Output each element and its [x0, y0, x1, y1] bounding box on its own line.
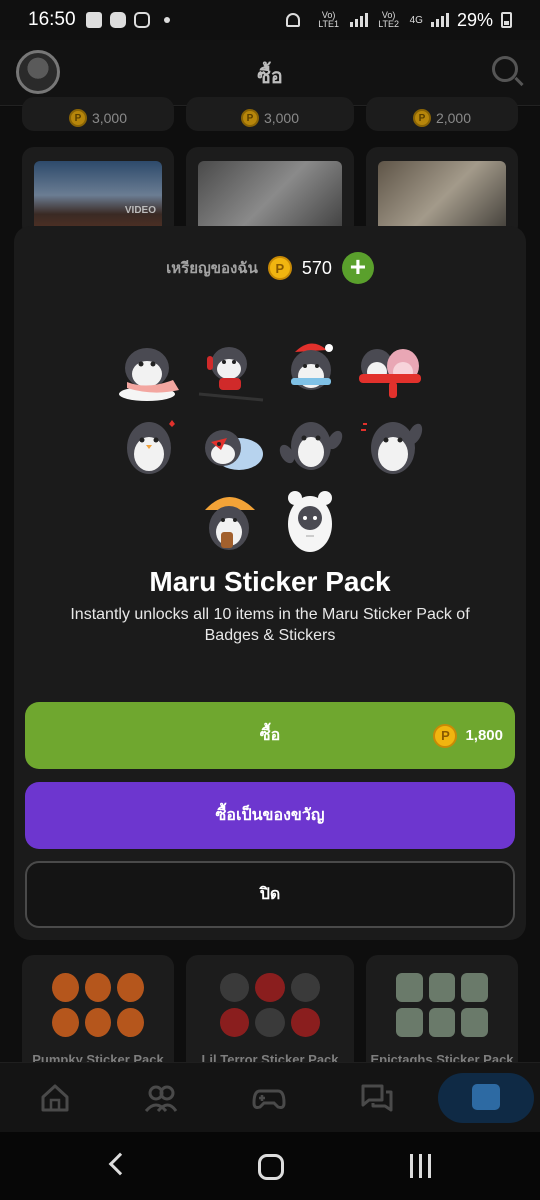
buy-price: P 1,800	[433, 702, 503, 769]
system-nav-bar	[0, 1132, 540, 1200]
mute-icon	[285, 13, 300, 27]
youtube-icon	[109, 12, 126, 28]
penguin-sticker	[361, 422, 423, 474]
penguin-sticker	[198, 347, 264, 402]
coin-icon: P	[433, 723, 458, 748]
buy-button[interactable]: ซื้อ P 1,800	[25, 702, 515, 769]
bottom-nav	[0, 1062, 540, 1132]
coins-label: เหรียญของฉัน	[166, 260, 258, 277]
coin-icon: P	[412, 109, 431, 127]
store-card[interactable]	[186, 147, 354, 237]
back-icon[interactable]	[108, 1152, 132, 1176]
buy-price-value: 1,800	[465, 727, 503, 744]
penguin-sticker	[291, 343, 333, 390]
pack-title: Maru Sticker Pack	[149, 566, 391, 597]
penguin-sticker	[119, 348, 179, 401]
chat-icon[interactable]	[360, 1081, 394, 1115]
sticker-preview	[396, 973, 488, 1037]
dice-icon	[85, 12, 102, 28]
add-coins-button[interactable]: +	[341, 252, 374, 284]
page-title: ซื้อ	[257, 66, 283, 88]
card-price: 3,000	[263, 110, 300, 126]
battery-percent: 29%	[456, 9, 493, 30]
notification-dot-icon	[163, 17, 170, 23]
store-card[interactable]: P 2,000	[366, 97, 518, 131]
status-bar: 16:50 Vo) LTE1 Vo) LTE2 4G 29%	[0, 0, 540, 40]
home-button-icon[interactable]	[258, 1154, 284, 1180]
sticker-pack-card[interactable]: Pumpky Sticker Pack	[22, 955, 174, 1075]
card-price: 3,000	[91, 110, 128, 126]
close-label: ปิด	[259, 886, 281, 903]
penguin-sticker	[205, 497, 255, 550]
battery-icon	[501, 12, 512, 28]
pack-description: Instantly unlocks all 10 items in the Ma…	[70, 606, 470, 644]
status-time: 16:50	[28, 9, 76, 30]
purchase-modal: เหรียญของฉัน P 570 + Maru Sticker Pack I…	[14, 226, 526, 940]
signal-icon	[430, 13, 449, 27]
network-type: 4G	[409, 14, 423, 26]
store-tab[interactable]	[438, 1073, 534, 1123]
card-price: 2,000	[435, 110, 472, 126]
penguin-sticker	[288, 491, 332, 552]
close-button[interactable]: ปิด	[25, 861, 515, 928]
sticker-pack-card[interactable]: Lil Terror Sticker Pack	[186, 955, 354, 1075]
search-icon[interactable]	[492, 56, 518, 82]
sim2-label: Vo) LTE2	[378, 10, 400, 29]
sticker-preview-grid	[108, 334, 432, 562]
buy-label: ซื้อ	[259, 727, 281, 744]
signal-icon	[349, 13, 368, 27]
instagram-icon	[133, 12, 150, 28]
sim1-label: Vo) LTE1	[318, 10, 340, 29]
my-coins-row: เหรียญของฉัน P 570 +	[14, 252, 526, 284]
video-tag: VIDEO	[124, 205, 156, 216]
coin-icon: P	[267, 256, 292, 280]
coin-icon: P	[240, 109, 259, 127]
store-card[interactable]	[366, 147, 518, 237]
store-card[interactable]: P 3,000	[186, 97, 354, 131]
store-card[interactable]: P 3,000	[22, 97, 174, 131]
store-icon	[472, 1084, 500, 1110]
status-right: Vo) LTE1 Vo) LTE2 4G 29%	[285, 9, 512, 31]
penguin-sticker	[279, 422, 343, 470]
recent-apps-icon[interactable]	[410, 1154, 431, 1178]
friends-icon[interactable]	[144, 1081, 178, 1115]
sticker-pack-card[interactable]: Epictaghs Sticker Pack	[366, 955, 518, 1075]
penguin-sticker	[205, 430, 263, 470]
penguin-sticker	[127, 420, 175, 474]
gamepad-icon[interactable]	[252, 1081, 286, 1115]
gift-label: ซื้อเป็นของขวัญ	[215, 807, 325, 824]
buy-as-gift-button[interactable]: ซื้อเป็นของขวัญ	[25, 782, 515, 849]
sticker-preview	[52, 973, 144, 1037]
sticker-preview	[219, 973, 321, 1037]
penguin-sticker	[359, 349, 421, 398]
coin-icon: P	[68, 109, 87, 127]
coins-balance: 570	[301, 257, 332, 278]
home-icon[interactable]	[38, 1081, 72, 1115]
store-card[interactable]: VIDEO	[22, 147, 174, 237]
